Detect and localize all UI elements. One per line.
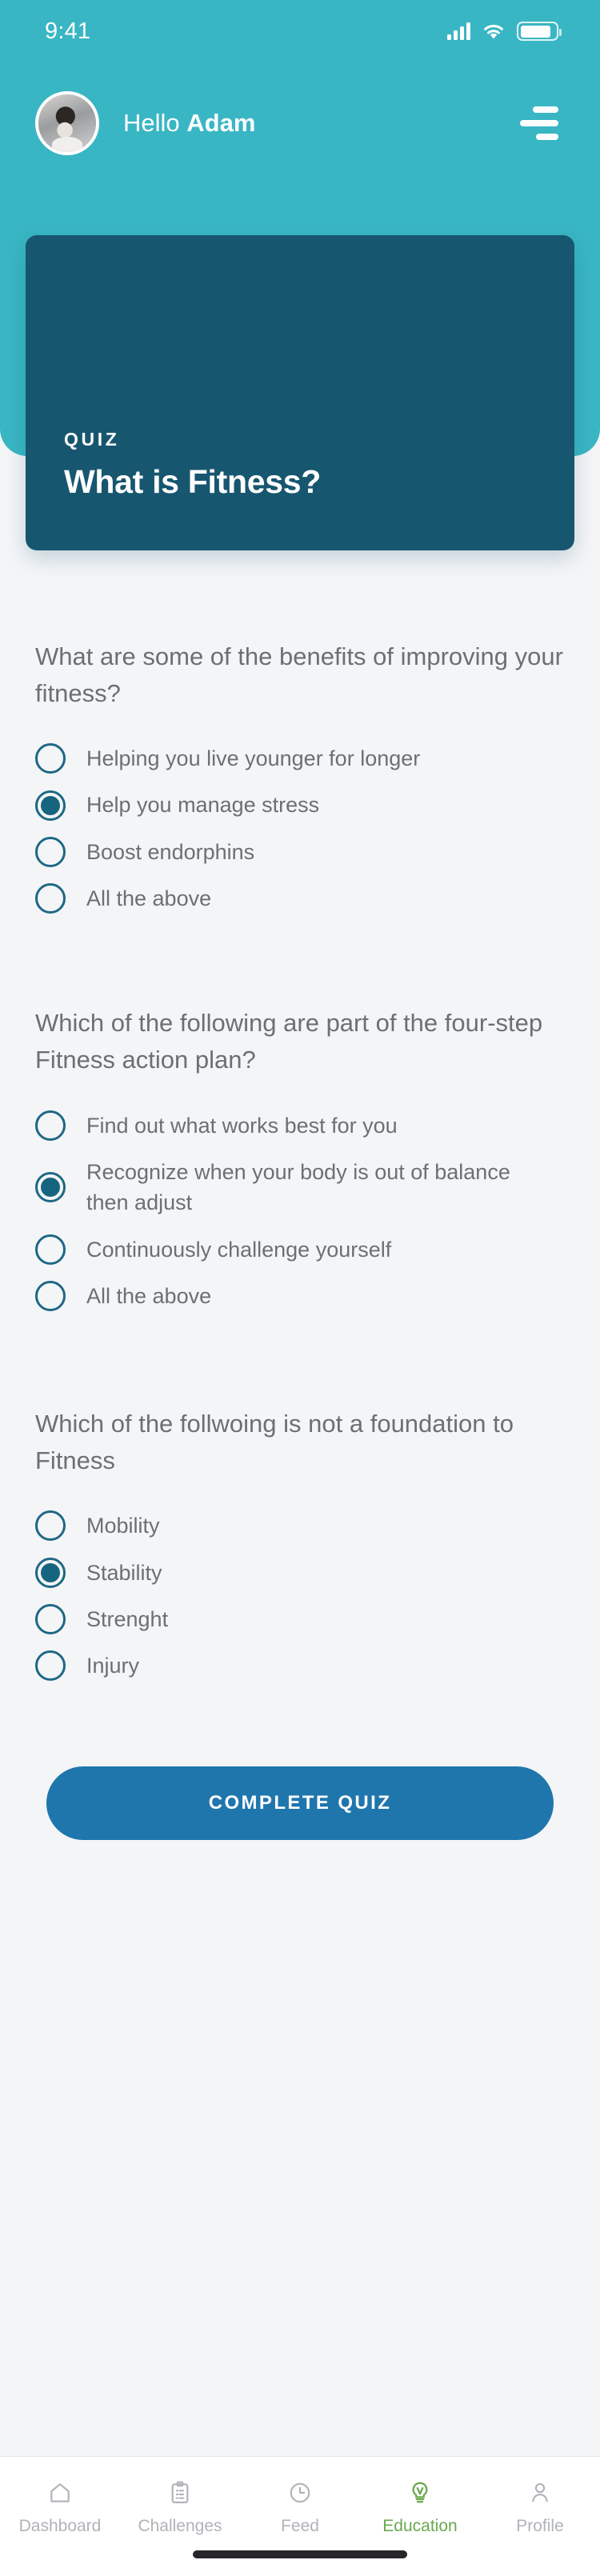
question-block-1: What are some of the benefits of improvi… — [0, 638, 600, 922]
question-block-3: Which of the follwoing is not a foundati… — [0, 1406, 600, 1689]
radio-icon-selected[interactable] — [35, 1557, 66, 1588]
greeting-prefix: Hello — [123, 109, 187, 137]
quiz-kicker: QUIZ — [64, 429, 120, 450]
question-block-2: Which of the following are part of the f… — [0, 1005, 600, 1319]
nav-label: Dashboard — [18, 2517, 102, 2535]
option-label: Boost endorphins — [86, 839, 255, 864]
option-row[interactable]: All the above — [35, 875, 565, 922]
nav-label: Feed — [281, 2517, 319, 2535]
option-row[interactable]: Continuously challenge yourself — [35, 1226, 565, 1273]
option-row[interactable]: Injury — [35, 1642, 565, 1689]
option-row[interactable]: Strenght — [35, 1596, 565, 1642]
option-list: Mobility Stability Strenght Injury — [35, 1502, 565, 1689]
nav-label: Education — [382, 2517, 458, 2535]
lightbulb-icon — [405, 2478, 435, 2508]
option-label: Recognize when your body is out of balan… — [86, 1159, 510, 1215]
option-label: Helping you live younger for longer — [86, 746, 421, 771]
option-row[interactable]: Helping you live younger for longer — [35, 735, 565, 782]
radio-icon[interactable] — [35, 1110, 66, 1141]
option-row[interactable]: Boost endorphins — [35, 829, 565, 875]
option-row[interactable]: Stability — [35, 1550, 565, 1596]
question-text: Which of the follwoing is not a foundati… — [35, 1410, 514, 1474]
avatar[interactable] — [35, 91, 99, 155]
option-label: All the above — [86, 1283, 212, 1308]
user-name: Adam — [186, 109, 256, 137]
status-bar: 9:41 — [0, 0, 600, 62]
option-list: Helping you live younger for longer Help… — [35, 735, 565, 922]
status-bar-time: 9:41 — [45, 18, 91, 44]
nav-label: Challenges — [138, 2517, 222, 2535]
cta-container: COMPLETE QUIZ — [0, 1766, 600, 1840]
option-label: Injury — [86, 1654, 140, 1678]
question-text: Which of the following are part of the f… — [35, 1009, 543, 1074]
nav-item-education[interactable]: Education — [360, 2478, 480, 2536]
clipboard-icon — [165, 2478, 195, 2508]
radio-icon[interactable] — [35, 743, 66, 774]
quiz-content: What are some of the benefits of improvi… — [0, 550, 600, 1840]
radio-icon[interactable] — [35, 1281, 66, 1312]
home-indicator — [193, 2550, 407, 2558]
nav-item-feed[interactable]: Feed — [240, 2478, 360, 2536]
nav-item-dashboard[interactable]: Dashboard — [0, 2478, 120, 2536]
status-bar-icons — [447, 22, 562, 41]
radio-icon[interactable] — [35, 883, 66, 914]
greeting-text: Hello Adam — [123, 109, 255, 138]
radio-icon[interactable] — [35, 1650, 66, 1682]
option-label: Stability — [86, 1560, 162, 1585]
battery-icon — [517, 22, 562, 41]
signal-icon — [447, 22, 470, 40]
complete-quiz-button[interactable]: COMPLETE QUIZ — [46, 1766, 554, 1840]
option-row[interactable]: Find out what works best for you — [35, 1102, 565, 1149]
quiz-title: What is Fitness? — [64, 463, 321, 500]
hamburger-menu-icon[interactable] — [520, 106, 558, 140]
nav-item-challenges[interactable]: Challenges — [120, 2478, 240, 2536]
greeting-row: Hello Adam — [0, 83, 600, 163]
option-label: Help you manage stress — [86, 793, 320, 818]
option-label: Mobility — [86, 1514, 160, 1538]
nav-label: Profile — [516, 2517, 564, 2535]
wifi-icon — [484, 25, 503, 39]
option-row[interactable]: Recognize when your body is out of balan… — [35, 1149, 565, 1226]
option-label: Continuously challenge yourself — [86, 1237, 392, 1262]
clock-icon — [285, 2478, 315, 2508]
home-icon — [45, 2478, 75, 2508]
nav-item-profile[interactable]: Profile — [480, 2478, 600, 2536]
radio-icon-selected[interactable] — [35, 790, 66, 821]
question-text: What are some of the benefits of improvi… — [35, 642, 563, 707]
option-label: Find out what works best for you — [86, 1113, 398, 1138]
option-row[interactable]: Help you manage stress — [35, 782, 565, 828]
option-row[interactable]: All the above — [35, 1273, 565, 1319]
radio-icon[interactable] — [35, 1604, 66, 1635]
option-list: Find out what works best for you Recogni… — [35, 1102, 565, 1320]
avatar-photo — [38, 94, 96, 152]
radio-icon[interactable] — [35, 1510, 66, 1542]
quiz-hero-card[interactable]: QUIZ What is Fitness? — [26, 235, 574, 550]
radio-icon[interactable] — [35, 1234, 66, 1265]
option-row[interactable]: Mobility — [35, 1502, 565, 1549]
radio-icon-selected[interactable] — [35, 1172, 66, 1203]
person-icon — [525, 2478, 555, 2508]
radio-icon[interactable] — [35, 836, 66, 867]
option-label: Strenght — [86, 1606, 169, 1631]
option-label: All the above — [86, 886, 212, 911]
